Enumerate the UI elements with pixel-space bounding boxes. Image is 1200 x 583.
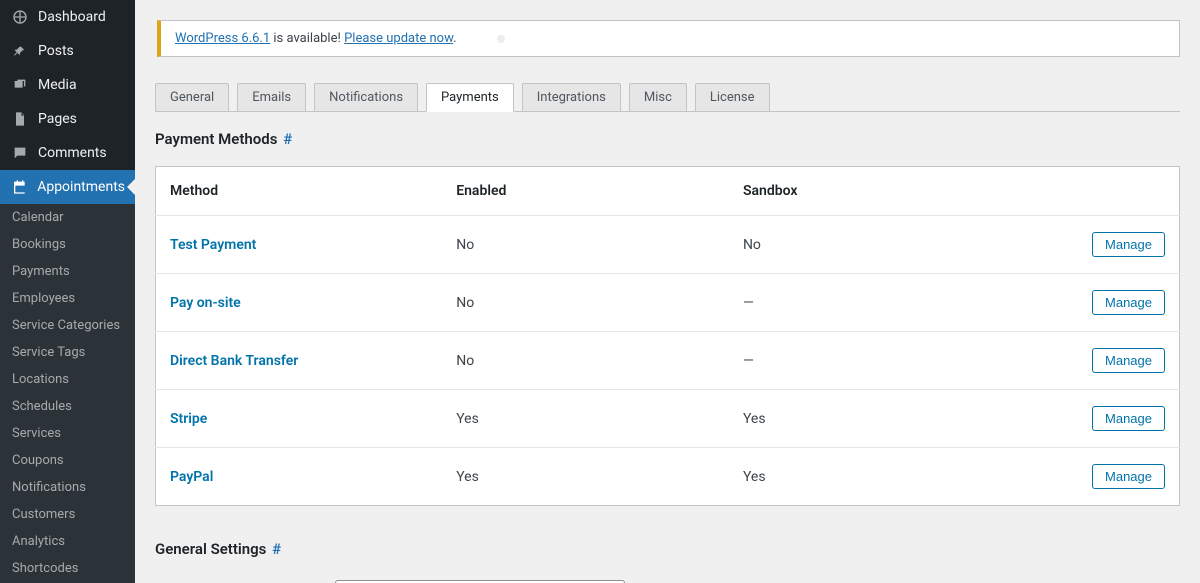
submenu-appointments: CalendarBookingsPaymentsEmployeesService…: [0, 204, 135, 583]
manage-button[interactable]: Manage: [1092, 406, 1165, 431]
payment-methods-table: Method Enabled Sandbox Test PaymentNoNoM…: [155, 166, 1180, 506]
menu-posts[interactable]: Posts: [0, 34, 135, 68]
pin-icon: [10, 41, 30, 61]
manage-button[interactable]: Manage: [1092, 348, 1165, 373]
sandbox-cell: Yes: [729, 448, 1060, 506]
admin-sidebar: Dashboard Posts Media Pages Comments App…: [0, 0, 135, 583]
payment-method-link[interactable]: Pay on-site: [170, 295, 241, 311]
sandbox-cell: Yes: [729, 390, 1060, 448]
media-icon: [10, 75, 30, 95]
menu-label: Pages: [38, 111, 77, 127]
tab-emails[interactable]: Emails: [237, 83, 306, 111]
table-row: Test Payment NoNo Manage: [156, 216, 1180, 274]
tab-license[interactable]: License: [695, 83, 770, 111]
menu-label: Dashboard: [38, 9, 106, 25]
submenu-item-service-tags[interactable]: Service Tags: [0, 339, 135, 366]
enabled-cell: Yes: [442, 390, 729, 448]
enabled-cell: No: [442, 216, 729, 274]
table-row: Stripe YesYes Manage: [156, 390, 1180, 448]
tab-integrations[interactable]: Integrations: [522, 83, 621, 111]
content-area: WordPress 6.6.1 is available! Please upd…: [135, 0, 1200, 583]
payment-method-link[interactable]: Direct Bank Transfer: [170, 353, 298, 369]
submenu-item-locations[interactable]: Locations: [0, 366, 135, 393]
menu-label: Media: [38, 77, 77, 93]
submenu-item-payments[interactable]: Payments: [0, 258, 135, 285]
update-notice: WordPress 6.6.1 is available! Please upd…: [157, 20, 1180, 57]
col-sandbox: Sandbox: [729, 167, 1060, 216]
tab-general[interactable]: General: [155, 83, 229, 111]
submenu-item-shortcodes[interactable]: Shortcodes: [0, 555, 135, 582]
submenu-item-notifications[interactable]: Notifications: [0, 474, 135, 501]
notice-text: is available!: [270, 31, 344, 46]
submenu-item-customers[interactable]: Customers: [0, 501, 135, 528]
menu-comments[interactable]: Comments: [0, 136, 135, 170]
submenu-item-coupons[interactable]: Coupons: [0, 447, 135, 474]
manage-button[interactable]: Manage: [1092, 290, 1165, 315]
menu-pages[interactable]: Pages: [0, 102, 135, 136]
pages-icon: [10, 109, 30, 129]
payment-method-link[interactable]: Stripe: [170, 411, 207, 427]
submenu-item-service-categories[interactable]: Service Categories: [0, 312, 135, 339]
menu-label: Comments: [38, 145, 107, 161]
dashboard-icon: [10, 7, 30, 27]
submenu-item-employees[interactable]: Employees: [0, 285, 135, 312]
payment-method-link[interactable]: PayPal: [170, 469, 213, 485]
section-title-general-settings: General Settings #: [155, 540, 1180, 558]
menu-appointments[interactable]: Appointments: [0, 170, 135, 204]
manage-button[interactable]: Manage: [1092, 464, 1165, 489]
enabled-cell: No: [442, 274, 729, 332]
comments-icon: [10, 143, 30, 163]
enabled-cell: Yes: [442, 448, 729, 506]
payment-method-link[interactable]: Test Payment: [170, 237, 256, 253]
tab-notifications[interactable]: Notifications: [314, 83, 418, 111]
menu-dashboard[interactable]: Dashboard: [0, 0, 135, 34]
table-row: Pay on-site No— Manage: [156, 274, 1180, 332]
spinner-icon: [497, 35, 505, 43]
menu-label: Appointments: [37, 179, 125, 195]
submenu-item-bookings[interactable]: Bookings: [0, 231, 135, 258]
tab-misc[interactable]: Misc: [629, 83, 687, 111]
menu-label: Posts: [38, 43, 74, 59]
sandbox-cell: —: [729, 274, 1060, 332]
section-title-payment-methods: Payment Methods #: [155, 130, 1180, 148]
section-anchor-link[interactable]: #: [283, 130, 292, 148]
section-anchor-link[interactable]: #: [272, 540, 281, 558]
enabled-cell: No: [442, 332, 729, 390]
sandbox-cell: No: [729, 216, 1060, 274]
submenu-item-services[interactable]: Services: [0, 420, 135, 447]
menu-media[interactable]: Media: [0, 68, 135, 102]
tab-payments[interactable]: Payments: [426, 83, 514, 112]
manage-button[interactable]: Manage: [1092, 232, 1165, 257]
submenu-item-schedules[interactable]: Schedules: [0, 393, 135, 420]
table-row: PayPal YesYes Manage: [156, 448, 1180, 506]
update-now-link[interactable]: Please update now: [344, 31, 453, 46]
col-method: Method: [156, 167, 443, 216]
wp-version-link[interactable]: WordPress 6.6.1: [175, 31, 270, 46]
table-row: Direct Bank Transfer No— Manage: [156, 332, 1180, 390]
submenu-item-calendar[interactable]: Calendar: [0, 204, 135, 231]
calendar-icon: [10, 177, 29, 197]
col-enabled: Enabled: [442, 167, 729, 216]
submenu-item-analytics[interactable]: Analytics: [0, 528, 135, 555]
sandbox-cell: —: [729, 332, 1060, 390]
settings-tabs: General Emails Notifications Payments Integr…: [155, 83, 1180, 112]
